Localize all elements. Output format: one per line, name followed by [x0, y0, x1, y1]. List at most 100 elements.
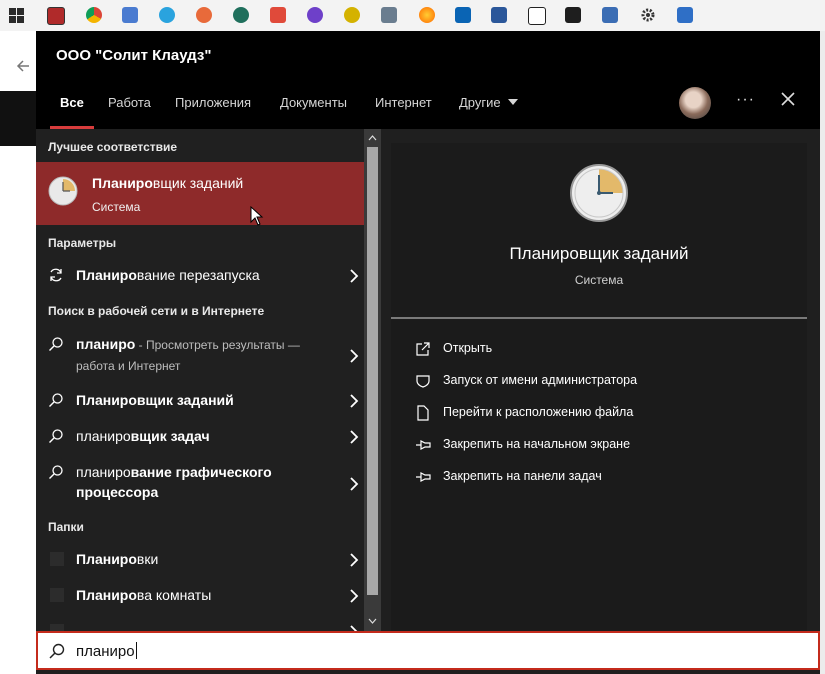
tab-all[interactable]: Все: [60, 95, 84, 110]
avatar[interactable]: [679, 87, 711, 119]
pin-icon: [416, 472, 431, 482]
search-input[interactable]: планиро: [76, 642, 137, 660]
best-match-subtitle: Система: [92, 200, 141, 214]
scroll-up-icon[interactable]: [368, 133, 377, 142]
notion-icon[interactable]: [528, 7, 546, 25]
results-scrollbar[interactable]: [364, 129, 381, 631]
terminal-icon[interactable]: [565, 7, 581, 23]
action-label: Открыть: [443, 341, 493, 355]
divider: [391, 317, 807, 319]
tab-other-label: Другие: [459, 95, 501, 110]
list-item-label: планировщик задач: [76, 428, 210, 444]
list-item[interactable]: планировщик задач: [36, 426, 364, 448]
search-icon: [49, 337, 63, 351]
tab-documents[interactable]: Документы: [280, 95, 347, 110]
best-match-heading: Лучшее соответствие: [48, 140, 178, 154]
app-icon[interactable]: [47, 7, 65, 25]
preview-category: Система: [574, 273, 624, 287]
web-search-heading: Поиск в рабочей сети и в Интернете: [48, 304, 265, 318]
list-item[interactable]: планиро - Просмотреть результаты — работа…: [36, 334, 364, 378]
telegram-icon[interactable]: [159, 7, 175, 23]
list-item-label: планирование графического процессора: [76, 464, 272, 500]
search-bar[interactable]: планиро: [36, 631, 820, 670]
folders-heading: Папки: [48, 520, 84, 534]
folder-icon: [50, 624, 64, 631]
scroll-down-icon[interactable]: [368, 617, 377, 626]
app-icon[interactable]: [122, 7, 138, 23]
app-icon[interactable]: [677, 7, 693, 23]
github-icon[interactable]: [307, 7, 323, 23]
list-item[interactable]: Планировщик заданий: [36, 390, 364, 412]
action-pin-taskbar[interactable]: Закрепить на панели задач: [415, 468, 795, 486]
search-icon: [49, 643, 65, 659]
firefox-icon[interactable]: [419, 7, 435, 23]
close-icon[interactable]: [780, 91, 796, 107]
search-icon: [49, 393, 63, 407]
action-label: Закрепить на панели задач: [443, 469, 602, 483]
results-list: Лучшее соответствие Планировщик заданий …: [36, 129, 381, 631]
folder-icon: [50, 588, 64, 602]
more-options-button[interactable]: ···: [736, 91, 755, 109]
list-item[interactable]: Планирование перезапуска: [36, 265, 364, 287]
list-item-label: Планирова комнаты: [76, 587, 212, 603]
file-location-icon: [417, 405, 429, 421]
refresh-icon: [50, 268, 62, 282]
action-label: Запуск от имени администратора: [443, 373, 638, 387]
gear-icon[interactable]: [640, 7, 656, 23]
tab-other[interactable]: Другие: [459, 95, 519, 110]
chevron-right-icon: [350, 349, 359, 363]
folder-icon: [50, 552, 64, 566]
back-arrow-icon: [16, 60, 29, 72]
list-item[interactable]: Планировки: [36, 549, 364, 571]
preview-pane: Планировщик заданий Система Открыть Запу…: [391, 143, 807, 631]
app-icon[interactable]: [344, 7, 360, 23]
word-icon[interactable]: [491, 7, 507, 23]
scrollbar-thumb[interactable]: [367, 147, 378, 595]
windows-start-icon[interactable]: [9, 8, 24, 23]
chevron-down-icon: [508, 99, 519, 105]
background-window-edge: [820, 31, 825, 674]
list-item-label: Планировщик заданий: [76, 392, 234, 408]
best-match-title: Планировщик заданий: [92, 175, 244, 191]
list-item-partial[interactable]: [36, 621, 364, 631]
action-pin-start[interactable]: Закрепить на начальном экране: [415, 436, 795, 454]
chevron-right-icon: [350, 589, 359, 603]
app-icon[interactable]: [233, 7, 249, 23]
list-item-label: планиро - Просмотреть результаты — работа…: [76, 336, 300, 373]
task-scheduler-icon: [570, 164, 628, 222]
chevron-right-icon: [350, 553, 359, 567]
chevron-right-icon: [350, 477, 359, 491]
outlook-icon[interactable]: [455, 7, 471, 23]
action-open[interactable]: Открыть: [415, 340, 795, 358]
list-item-label: Планировки: [76, 551, 159, 567]
app-icon[interactable]: [602, 7, 618, 23]
list-item[interactable]: планирование графического процессора: [36, 462, 364, 506]
app-icon[interactable]: [196, 7, 212, 23]
organization-name: ООО "Солит Клаудз": [56, 47, 212, 64]
app-icon[interactable]: [381, 7, 397, 23]
action-label: Перейти к расположению файла: [443, 405, 634, 419]
app-icon[interactable]: [270, 7, 286, 23]
search-header: ООО "Солит Клаудз" Все Работа Приложения…: [36, 31, 820, 129]
preview-title: Планировщик заданий: [509, 244, 689, 263]
action-open-file-location[interactable]: Перейти к расположению файла: [415, 404, 795, 422]
tab-apps[interactable]: Приложения: [175, 95, 251, 110]
tab-internet[interactable]: Интернет: [375, 95, 432, 110]
search-panel: ООО "Солит Клаудз" Все Работа Приложения…: [36, 31, 820, 674]
best-match-item[interactable]: Планировщик заданий Система: [36, 162, 364, 225]
chevron-right-icon: [350, 394, 359, 408]
open-icon: [416, 342, 430, 356]
settings-heading: Параметры: [48, 236, 117, 250]
tab-work[interactable]: Работа: [108, 95, 151, 110]
action-run-as-admin[interactable]: Запуск от имени администратора: [415, 372, 795, 390]
pin-icon: [416, 440, 431, 450]
action-label: Закрепить на начальном экране: [443, 437, 631, 451]
search-icon: [49, 465, 63, 479]
taskbar: [0, 0, 825, 31]
chrome-icon[interactable]: [86, 7, 102, 23]
search-icon: [49, 429, 63, 443]
chevron-right-icon: [350, 269, 359, 283]
list-item[interactable]: Планирова комнаты: [36, 585, 364, 607]
mouse-cursor-icon: [250, 206, 264, 226]
task-scheduler-icon: [48, 176, 78, 206]
